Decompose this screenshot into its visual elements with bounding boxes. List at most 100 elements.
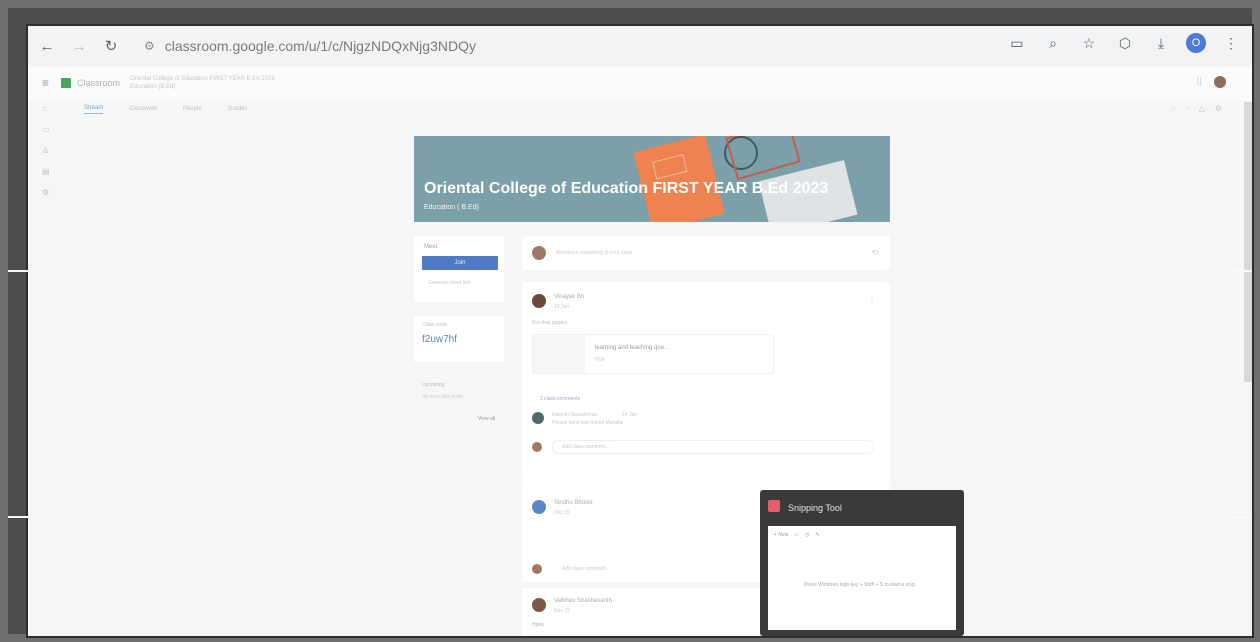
post-author: Sindhu Bhosle (554, 500, 593, 506)
tab-grades[interactable]: Grades (228, 106, 248, 112)
post-author: Vaibhav Shashavanth (554, 598, 612, 604)
attachment-title: learning and teaching que... (595, 345, 670, 351)
meet-card: Meet Join Generate Meet link (414, 236, 504, 302)
upcoming-label: Upcoming (422, 382, 445, 388)
archive-icon[interactable]: ▤ (42, 167, 50, 176)
my-comment-avatar (532, 442, 542, 452)
my-avatar (532, 246, 546, 260)
breadcrumb-sub: Education (B.Ed) (130, 84, 176, 90)
reload-icon[interactable]: ↻ (98, 33, 124, 59)
breadcrumb: Oriental College of Education FIRST YEAR… (130, 75, 275, 91)
author-avatar (532, 500, 546, 514)
commenter-name: Rakesh Narasimhan (552, 412, 598, 418)
author-avatar (532, 294, 546, 308)
user-avatar[interactable] (1214, 76, 1226, 88)
post-author: Vinayak Bn (554, 294, 585, 300)
frame-tick (1232, 516, 1252, 518)
tab-stream[interactable]: Stream (84, 105, 104, 114)
view-all-link[interactable]: View all (478, 416, 495, 422)
calendar-icon[interactable]: ▫ (1186, 104, 1189, 113)
star-icon[interactable]: ☆ (1078, 32, 1100, 54)
comment-time: 14 Jan (622, 412, 638, 418)
generate-meet-link[interactable]: Generate Meet link (428, 280, 470, 286)
url-text: classroom.google.com/u/1/c/NjgzNDQxNjg3N… (164, 38, 476, 54)
video-icon[interactable]: ○ (1171, 104, 1176, 113)
calendar-nav-icon[interactable]: ▭ (42, 125, 50, 134)
commenter-avatar (532, 412, 544, 424)
classroom-logo-icon (61, 78, 72, 88)
upcoming-card: Upcoming No work due soon (422, 382, 462, 400)
attachment-thumbnail (533, 335, 585, 373)
menu-kebab-icon[interactable]: ⋮ (1220, 32, 1242, 54)
join-meet-button[interactable]: Join (422, 256, 498, 270)
breadcrumb-course[interactable]: Oriental College of Education FIRST YEAR… (130, 75, 275, 83)
address-bar[interactable]: ⚙ classroom.google.com/u/1/c/NjgzNDQxNjg… (134, 32, 924, 60)
frame-tick (8, 516, 28, 518)
snipping-tool-window[interactable]: Snipping Tool + New ▭ ◷ ✎ Press Windows … (760, 490, 964, 636)
classroom-header: ≡ Classroom Oriental College of Educatio… (28, 66, 1252, 100)
comment-placeholder[interactable]: Add class comment... (562, 566, 610, 572)
author-avatar (532, 598, 546, 612)
screen: ← → ↻ ⚙ classroom.google.com/u/1/c/NjgzN… (26, 24, 1254, 638)
announce-box[interactable]: Announce something to your class ⟲ (522, 236, 890, 270)
cast-icon[interactable]: ▭ (1006, 32, 1028, 54)
apps-grid-icon[interactable]: ⁞⁞ (1196, 77, 1202, 88)
snipping-tool-message: Press Windows logo key + Shift + S to st… (804, 582, 916, 588)
post-date: Dec 15 (554, 510, 570, 516)
frame-tick (1232, 270, 1252, 272)
snip-mode-icon[interactable]: ▭ (794, 532, 799, 538)
hamburger-menu-icon[interactable]: ≡ (42, 76, 49, 90)
post-body: Pre-final papers (532, 320, 568, 326)
my-comment-avatar (532, 564, 542, 574)
class-subtitle: Education ( B.Ed) (424, 204, 479, 211)
post-date: Nov 15 (554, 608, 570, 614)
attachment-type: PDF (595, 357, 605, 363)
forward-arrow-icon[interactable]: → (66, 33, 92, 59)
scrollbar[interactable] (1244, 102, 1252, 382)
frame-tick (8, 270, 28, 272)
browser-toolbar: ← → ↻ ⚙ classroom.google.com/u/1/c/NjgzN… (28, 26, 1252, 66)
upcoming-empty: No work due soon (422, 394, 463, 400)
tab-classwork[interactable]: Classwork (129, 106, 157, 112)
class-code-card: Class code f2uw7hf (414, 316, 504, 362)
announce-placeholder: Announce something to your class (556, 250, 633, 256)
settings-icon[interactable]: ⚙ (1215, 104, 1222, 113)
people-icon[interactable]: ♙ (42, 146, 50, 155)
stream-post: Vinayak Bn 10 Jan ⋮ Pre-final papers lea… (522, 282, 890, 482)
snipping-toolbar: + New ▭ ◷ ✎ (774, 532, 820, 538)
home-icon[interactable]: ⌂ (42, 104, 50, 113)
site-settings-icon[interactable]: ⚙ (144, 39, 155, 53)
comment-placeholder: Add class comment... (562, 444, 610, 450)
class-code-value[interactable]: f2uw7hf (422, 334, 457, 345)
extensions-icon[interactable]: ⬡ (1114, 32, 1136, 54)
zoom-icon[interactable]: ⌕ (1042, 32, 1064, 54)
profile-avatar[interactable]: O (1186, 33, 1206, 53)
post-date: 10 Jan (554, 304, 570, 310)
side-nav: ⌂ ▭ ♙ ▤ ⚙ (42, 104, 50, 197)
pen-icon[interactable]: ✎ (815, 532, 819, 538)
class-code-label: Class code (422, 322, 447, 328)
download-icon[interactable]: ⤓ (1150, 32, 1172, 54)
tab-bar: Stream Classwork People Grades (84, 100, 247, 118)
repost-icon[interactable]: ⟲ (871, 248, 878, 257)
class-comments-link[interactable]: 2 class comments (540, 396, 580, 402)
class-title: Oriental College of Education FIRST YEAR… (424, 180, 829, 197)
snipping-tool-icon (768, 500, 780, 512)
photo-frame: ← → ↻ ⚙ classroom.google.com/u/1/c/NjgzN… (8, 8, 1254, 638)
post-menu-icon[interactable]: ⋮ (868, 296, 876, 305)
snipping-tool-body: + New ▭ ◷ ✎ Press Windows logo key + Shi… (768, 526, 956, 630)
class-banner: Oriental College of Education FIRST YEAR… (414, 136, 890, 222)
tab-tools: ○ ▫ △ ⚙ (1171, 104, 1222, 113)
snipping-tool-title: Snipping Tool (788, 503, 842, 513)
attachment[interactable]: learning and teaching que... PDF (532, 334, 774, 374)
post-body: Hpes (532, 622, 544, 628)
back-arrow-icon[interactable]: ← (34, 33, 60, 59)
drive-icon[interactable]: △ (1199, 104, 1205, 113)
book-illustration (633, 136, 725, 222)
settings-nav-icon[interactable]: ⚙ (42, 188, 50, 197)
delay-icon[interactable]: ◷ (805, 532, 809, 538)
tab-people[interactable]: People (183, 106, 202, 112)
app-name[interactable]: Classroom (77, 78, 120, 88)
new-snip-button[interactable]: + New (774, 532, 788, 538)
meet-label: Meet (424, 244, 438, 250)
